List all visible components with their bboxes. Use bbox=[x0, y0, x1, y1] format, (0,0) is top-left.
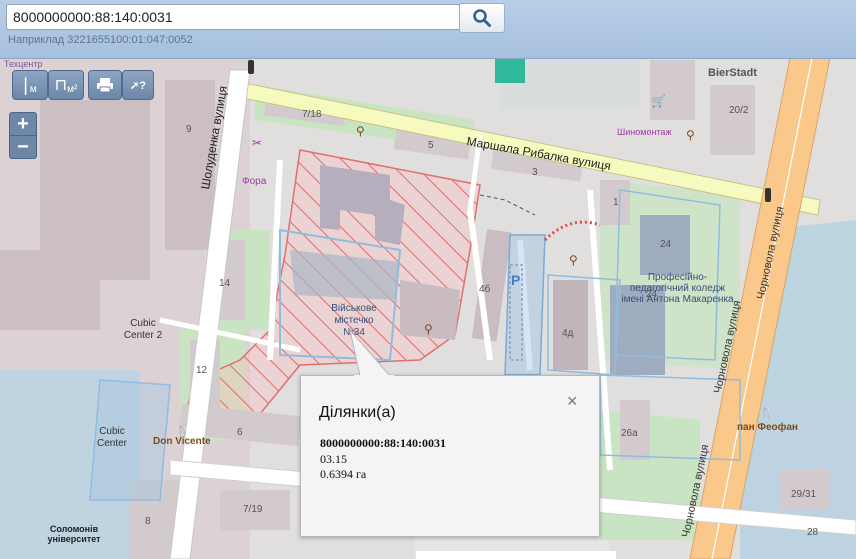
measure-length-button[interactable]: | м bbox=[12, 70, 48, 100]
popup-purpose-code: 03.15 bbox=[320, 452, 347, 466]
parcel-info-popup: Ділянки(а) × 8000000000:88:140:0031 03.1… bbox=[300, 375, 600, 537]
house-number: 5 bbox=[428, 140, 434, 151]
house-number: 28 bbox=[807, 527, 819, 538]
zoom-in-button[interactable]: + bbox=[9, 112, 37, 136]
house-number: 6 bbox=[237, 427, 243, 438]
house-number: 3 bbox=[532, 167, 538, 178]
popup-close-button[interactable]: × bbox=[567, 392, 578, 410]
label-parking: P bbox=[511, 272, 521, 288]
label-college: Професійно-педагогічний коледж імені Ант… bbox=[621, 272, 734, 305]
area-ruler-icon: ⊓ bbox=[54, 77, 68, 94]
popup-cadastral-number: 8000000000:88:140:0031 bbox=[320, 436, 446, 450]
house-number: 9 bbox=[186, 124, 192, 135]
info-tool-button[interactable]: ➚? bbox=[122, 70, 154, 100]
printer-icon bbox=[97, 78, 113, 93]
label-fora: Фора bbox=[242, 176, 267, 187]
house-number: 4д bbox=[562, 328, 574, 339]
restaurant-icon: 🍴 bbox=[760, 407, 774, 419]
house-number: 20/2 bbox=[729, 105, 749, 116]
label-shynomontazh: Шиномонтаж bbox=[617, 127, 672, 137]
house-number: 24 bbox=[646, 289, 658, 300]
house-number: 24 bbox=[660, 239, 672, 250]
label-don-vicente: Don Vicente bbox=[153, 436, 211, 447]
scissors-icon: ✂ bbox=[252, 136, 263, 150]
restaurant-icon: 🍴 bbox=[176, 425, 190, 437]
zoom-out-button[interactable]: − bbox=[9, 135, 37, 159]
house-number: 7/18 bbox=[302, 109, 322, 120]
house-number: 29/31 bbox=[791, 489, 817, 500]
label-texcentr: Техцентр bbox=[4, 59, 43, 69]
popup-title: Ділянки(а) bbox=[319, 404, 396, 421]
label-pan-feofan: пан Феофан bbox=[737, 422, 798, 433]
search-button[interactable] bbox=[459, 3, 505, 33]
pointer-question-icon: ➚? bbox=[130, 79, 146, 92]
popup-pointer bbox=[349, 330, 394, 380]
traffic-light-icon bbox=[248, 60, 254, 74]
playground-icon: ⚲ bbox=[424, 322, 433, 336]
house-number: 1 bbox=[613, 197, 619, 208]
playground-icon: ⚲ bbox=[356, 124, 365, 138]
house-number: 14 bbox=[219, 278, 231, 289]
label-solomon-univ: Соломонів університет bbox=[47, 524, 101, 544]
house-number: 7/19 bbox=[243, 504, 263, 515]
search-hint: Наприклад 3221655100:01:047:0052 bbox=[8, 34, 193, 46]
cadastral-search-input[interactable] bbox=[6, 4, 460, 30]
traffic-light-icon bbox=[765, 188, 771, 202]
label-cubic-center-2: Cubic Center 2 bbox=[123, 318, 163, 341]
label-cubic-center: Cubic Center bbox=[96, 426, 127, 449]
playground-icon: ⚲ bbox=[569, 253, 578, 267]
playground-icon: ⚲ bbox=[686, 128, 695, 142]
house-number: 8 bbox=[145, 516, 151, 527]
label-bierstadt: BierStadt bbox=[708, 67, 757, 79]
house-number: 26а bbox=[621, 428, 638, 439]
measure-area-button[interactable]: ⊓ м² bbox=[48, 70, 84, 100]
popup-area: 0.6394 га bbox=[320, 467, 367, 481]
bottom-strip bbox=[416, 551, 616, 559]
house-number: 4б bbox=[479, 284, 491, 295]
ruler-icon: | bbox=[23, 74, 28, 95]
search-icon bbox=[473, 9, 491, 27]
house-number: 12 bbox=[196, 365, 208, 376]
search-bar: Наприклад 3221655100:01:047:0052 bbox=[0, 0, 856, 59]
shop-icon: 🛒 bbox=[651, 94, 666, 108]
print-button[interactable] bbox=[88, 70, 122, 100]
